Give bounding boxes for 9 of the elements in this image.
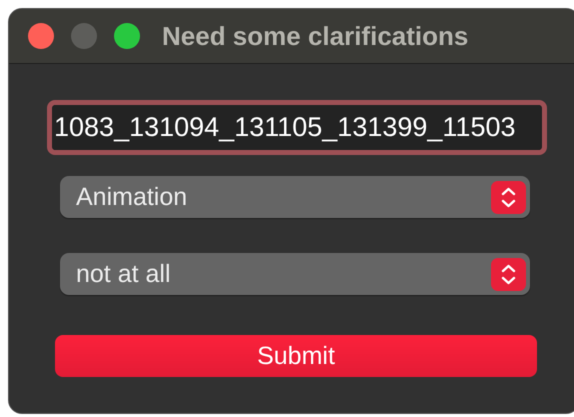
- chevron-icon: [491, 180, 526, 214]
- submit-button[interactable]: Submit: [55, 335, 537, 377]
- text-field[interactable]: 1083_131094_131105_131399_11503: [47, 100, 547, 155]
- dropdown[interactable]: not at all: [60, 253, 530, 295]
- dropdown[interactable]: Animation: [60, 176, 530, 218]
- chevron-icon: [491, 258, 526, 290]
- zoom-icon[interactable]: [114, 23, 140, 49]
- window-title: Need some clarifications: [162, 20, 468, 52]
- close-icon[interactable]: [28, 23, 54, 49]
